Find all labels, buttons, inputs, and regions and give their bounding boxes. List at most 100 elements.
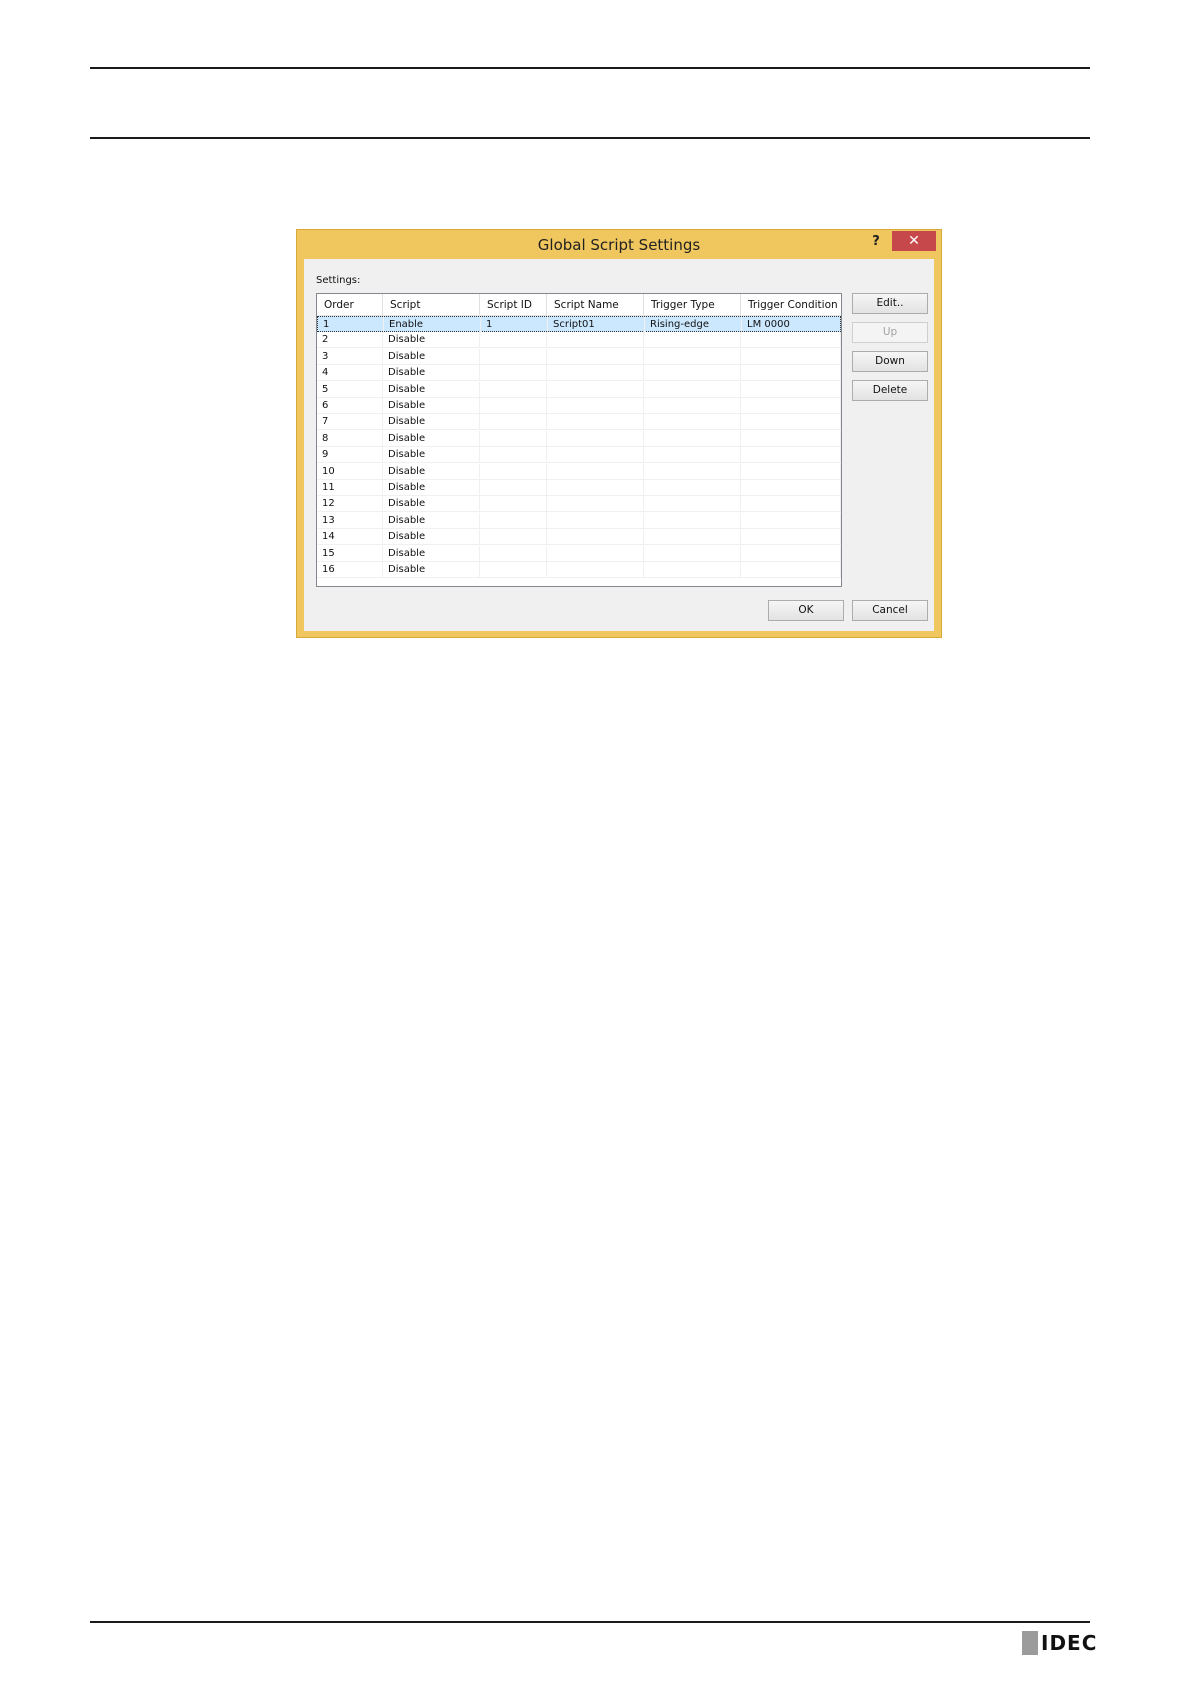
logo-text: IDEC (1041, 1631, 1098, 1655)
column-header-script[interactable]: Script (383, 294, 480, 315)
edit-button[interactable]: Edit.. (852, 293, 928, 314)
cell-script-id (480, 562, 547, 578)
cell-trigger-condition (741, 365, 841, 382)
cell-script-name (547, 529, 644, 546)
column-header-script-id[interactable]: Script ID (480, 294, 547, 315)
close-button[interactable]: ✕ (892, 231, 936, 251)
table-row[interactable]: 7 Disable (317, 414, 841, 431)
cell-order: 16 (317, 562, 383, 578)
up-button[interactable]: Up (852, 322, 928, 343)
cell-trigger-type (644, 529, 741, 546)
cell-trigger-type (644, 463, 741, 480)
cell-trigger-condition (741, 398, 841, 414)
cell-script: Disable (383, 430, 480, 447)
cell-script-id (480, 332, 547, 349)
cell-script-name (547, 398, 644, 414)
cell-script-id (480, 414, 547, 431)
ok-button[interactable]: OK (768, 600, 844, 621)
column-header-trigger-type[interactable]: Trigger Type (644, 294, 741, 315)
cell-trigger-type: Rising-edge (645, 317, 742, 333)
table-row[interactable]: 11 Disable (317, 480, 841, 496)
table-row[interactable]: 8 Disable (317, 430, 841, 447)
cell-trigger-condition (741, 447, 841, 464)
cell-order: 12 (317, 496, 383, 513)
cell-trigger-type (644, 348, 741, 365)
settings-label: Settings: (316, 275, 361, 286)
table-row[interactable]: 1 Enable 1 Script01 Rising-edge LM 0000 (317, 316, 841, 333)
cell-trigger-condition (741, 562, 841, 578)
cell-trigger-type (644, 480, 741, 496)
cell-script-name (547, 332, 644, 349)
cell-trigger-type (644, 398, 741, 414)
cell-order: 11 (317, 480, 383, 496)
cell-script-name (547, 365, 644, 382)
cell-trigger-condition (741, 332, 841, 349)
table-row[interactable]: 3 Disable (317, 348, 841, 365)
script-list-view[interactable]: Order Script Script ID Script Name Trigg… (316, 293, 842, 587)
delete-button[interactable]: Delete (852, 380, 928, 401)
cell-trigger-condition (741, 381, 841, 398)
idec-logo: IDEC (1022, 1631, 1097, 1655)
column-header-order[interactable]: Order (317, 294, 383, 315)
cell-script: Disable (383, 365, 480, 382)
cell-script-id (480, 545, 547, 562)
cancel-button[interactable]: Cancel (852, 600, 928, 621)
column-header-trigger-condition[interactable]: Trigger Condition (741, 294, 841, 315)
cell-trigger-type (644, 430, 741, 447)
cell-trigger-type (644, 447, 741, 464)
cell-script-name (547, 447, 644, 464)
table-row[interactable]: 6 Disable (317, 398, 841, 414)
cell-script-id (480, 381, 547, 398)
cell-trigger-condition (741, 430, 841, 447)
cell-script-name (547, 463, 644, 480)
cell-trigger-condition (741, 529, 841, 546)
cell-trigger-type (644, 414, 741, 431)
table-row[interactable]: 2 Disable (317, 332, 841, 349)
cell-order: 5 (317, 381, 383, 398)
cell-script: Disable (383, 512, 480, 529)
table-row[interactable]: 13 Disable (317, 512, 841, 529)
table-row[interactable]: 5 Disable (317, 381, 841, 398)
cell-script-name: Script01 (548, 317, 645, 333)
cell-script-id (480, 480, 547, 496)
cell-script: Disable (383, 381, 480, 398)
cell-order: 1 (318, 317, 384, 333)
cell-trigger-condition (741, 480, 841, 496)
table-row[interactable]: 10 Disable (317, 463, 841, 480)
global-script-settings-dialog: Global Script Settings ? ✕ Settings: Ord… (296, 229, 942, 638)
cell-script: Disable (383, 414, 480, 431)
cell-script: Disable (383, 398, 480, 414)
help-button[interactable]: ? (866, 232, 886, 252)
cell-script-id (480, 447, 547, 464)
list-header: Order Script Script ID Script Name Trigg… (317, 294, 841, 316)
header-rule-top (90, 67, 1090, 69)
table-row[interactable]: 14 Disable (317, 529, 841, 546)
cell-trigger-type (644, 332, 741, 349)
cell-trigger-type (644, 545, 741, 562)
table-row[interactable]: 15 Disable (317, 545, 841, 562)
cell-script-name (547, 430, 644, 447)
table-row[interactable]: 4 Disable (317, 365, 841, 382)
cell-order: 9 (317, 447, 383, 464)
cell-script-id (480, 463, 547, 480)
cell-trigger-condition (741, 348, 841, 365)
down-button[interactable]: Down (852, 351, 928, 372)
cell-script-id: 1 (481, 317, 548, 333)
cell-trigger-condition (741, 414, 841, 431)
table-row[interactable]: 9 Disable (317, 447, 841, 464)
cell-order: 7 (317, 414, 383, 431)
title-bar[interactable]: Global Script Settings ? ✕ (297, 230, 941, 260)
cell-trigger-condition (741, 545, 841, 562)
cell-script-name (547, 545, 644, 562)
table-row[interactable]: 16 Disable (317, 562, 841, 578)
table-row[interactable]: 12 Disable (317, 496, 841, 513)
cell-order: 13 (317, 512, 383, 529)
cell-script: Disable (383, 480, 480, 496)
cell-script-name (547, 414, 644, 431)
column-header-script-name[interactable]: Script Name (547, 294, 644, 315)
cell-script: Disable (383, 562, 480, 578)
logo-mark-icon (1022, 1631, 1038, 1655)
cell-script-name (547, 512, 644, 529)
footer-rule (90, 1621, 1090, 1623)
cell-trigger-type (644, 381, 741, 398)
